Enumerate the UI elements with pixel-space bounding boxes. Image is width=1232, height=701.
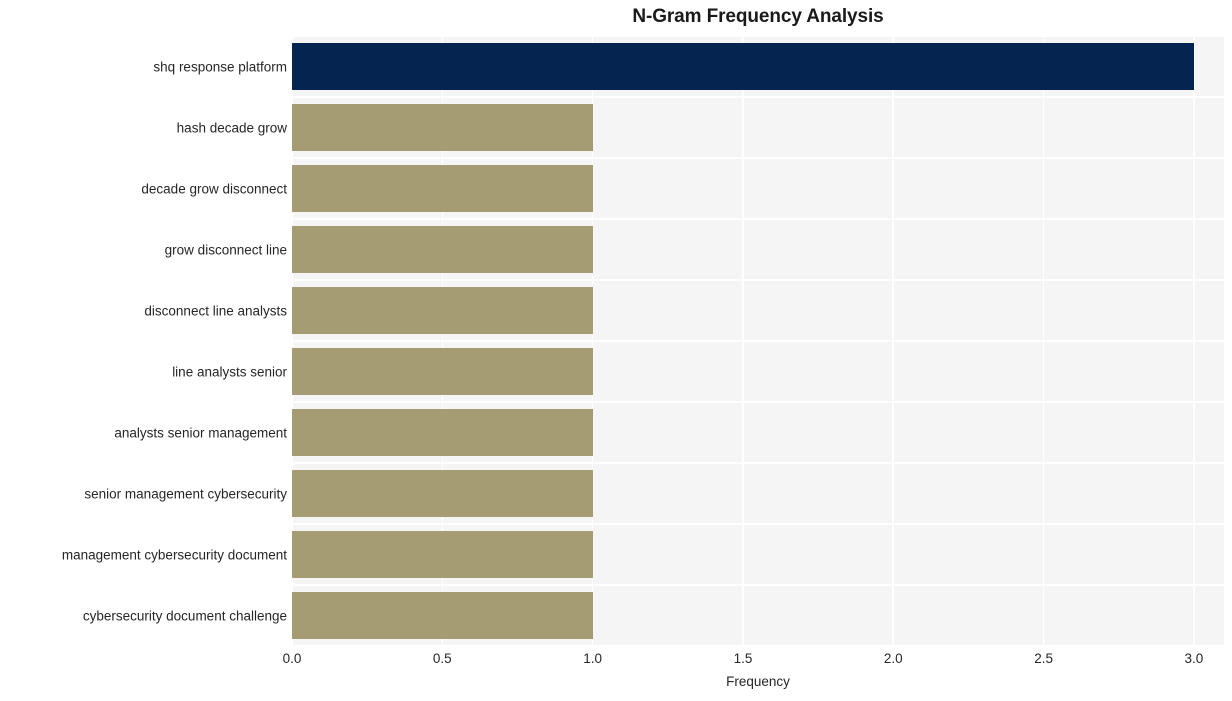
- x-axis-tick-label: 2.5: [1034, 651, 1053, 666]
- y-axis-tick-label: cybersecurity document challenge: [82, 608, 287, 623]
- x-axis-tick-label: 3.0: [1184, 651, 1204, 666]
- bar[interactable]: [292, 592, 593, 639]
- y-axis-tick-label: grow disconnect line: [164, 242, 287, 257]
- chart-title: N-Gram Frequency Analysis: [632, 6, 884, 27]
- y-axis-tick-label: disconnect line analysts: [144, 303, 287, 318]
- chart-figure: N-Gram Frequency Analysis shq response p…: [0, 0, 1232, 701]
- plot-area: [291, 35, 1224, 647]
- gridline-y-10: [292, 645, 1224, 647]
- gridline-y-0: [292, 35, 1224, 37]
- gridline-y-2: [292, 157, 1224, 159]
- y-axis-tick-label: senior management cybersecurity: [84, 486, 287, 501]
- gridline-y-7: [292, 462, 1224, 464]
- y-axis-tick-label: management cybersecurity document: [61, 547, 287, 562]
- y-axis-tick-label: hash decade grow: [176, 120, 287, 135]
- y-axis-tick-label: analysts senior management: [114, 425, 287, 440]
- bar[interactable]: [292, 409, 593, 456]
- y-axis-tick-label: shq response platform: [153, 59, 287, 74]
- gridline-y-3: [292, 218, 1224, 220]
- bar[interactable]: [292, 287, 593, 334]
- bar[interactable]: [292, 531, 593, 578]
- gridline-y-1: [292, 96, 1224, 98]
- bar[interactable]: [292, 470, 593, 517]
- bar[interactable]: [292, 226, 593, 273]
- gridline-y-5: [292, 340, 1224, 342]
- x-axis-tick-label: 1.0: [583, 651, 603, 666]
- x-axis-tick-label: 0.0: [282, 651, 302, 666]
- x-axis-tick-label: 2.0: [883, 651, 903, 666]
- x-axis-tick-label: 1.5: [733, 651, 753, 666]
- x-axis-tick-label: 0.5: [432, 651, 452, 666]
- gridline-y-6: [292, 401, 1224, 403]
- bar[interactable]: [292, 43, 1194, 90]
- gridline-y-4: [292, 279, 1224, 281]
- x-axis-title: Frequency: [726, 674, 790, 689]
- gridline-y-8: [292, 523, 1224, 525]
- y-axis-tick-label: decade grow disconnect: [141, 181, 287, 196]
- gridline-y-9: [292, 584, 1224, 586]
- bar[interactable]: [292, 165, 593, 212]
- bar[interactable]: [292, 104, 593, 151]
- y-axis-tick-label: line analysts senior: [172, 364, 287, 379]
- bar[interactable]: [292, 348, 593, 395]
